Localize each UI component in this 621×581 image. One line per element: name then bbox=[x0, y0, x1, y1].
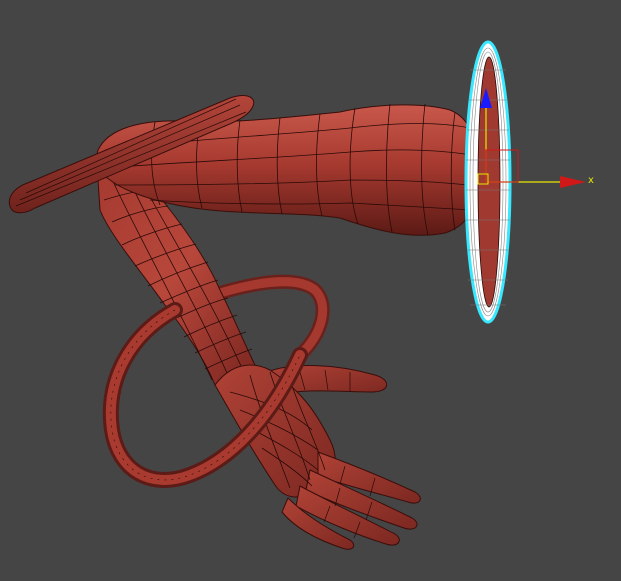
viewport-canvas[interactable]: x bbox=[0, 0, 621, 581]
3d-viewport[interactable]: x bbox=[0, 0, 621, 581]
gizmo-x-label: x bbox=[588, 175, 594, 186]
gizmo-x-arrow[interactable] bbox=[560, 176, 586, 188]
hand-mesh[interactable] bbox=[214, 364, 421, 550]
